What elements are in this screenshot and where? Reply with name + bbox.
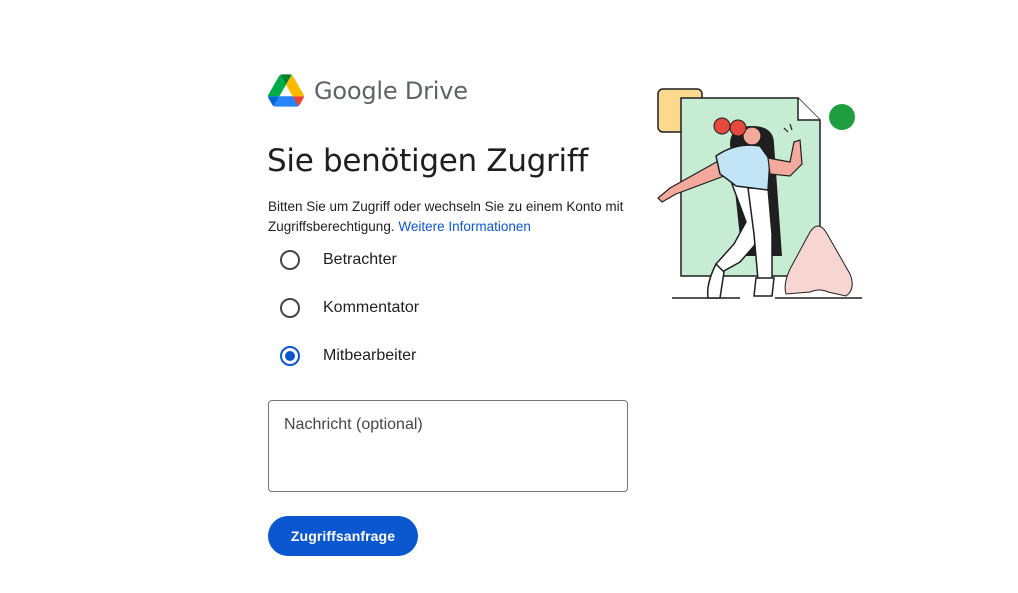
google-drive-icon	[268, 74, 304, 107]
radio-button[interactable]	[280, 250, 300, 270]
role-option-betrachter[interactable]: Betrachter	[280, 248, 397, 272]
access-illustration	[657, 88, 862, 299]
role-option-mitbearbeiter[interactable]: Mitbearbeiter	[280, 344, 416, 368]
role-label: Mitbearbeiter	[323, 347, 417, 364]
radio-button-selected[interactable]	[280, 346, 300, 366]
product-name: Google Drive	[314, 76, 468, 105]
role-label: Betrachter	[323, 251, 397, 268]
logo-row: Google Drive	[268, 74, 468, 107]
learn-more-link[interactable]: Weitere Informationen	[398, 219, 531, 234]
role-label: Kommentator	[323, 299, 420, 316]
role-option-kommentator[interactable]: Kommentator	[280, 296, 419, 320]
page-title: Sie benötigen Zugriff	[267, 143, 589, 179]
message-input[interactable]	[268, 400, 628, 492]
description: Bitten Sie um Zugriff oder wechseln Sie …	[268, 197, 628, 237]
radio-button[interactable]	[280, 298, 300, 318]
request-access-button[interactable]: Zugriffsanfrage	[268, 516, 418, 556]
